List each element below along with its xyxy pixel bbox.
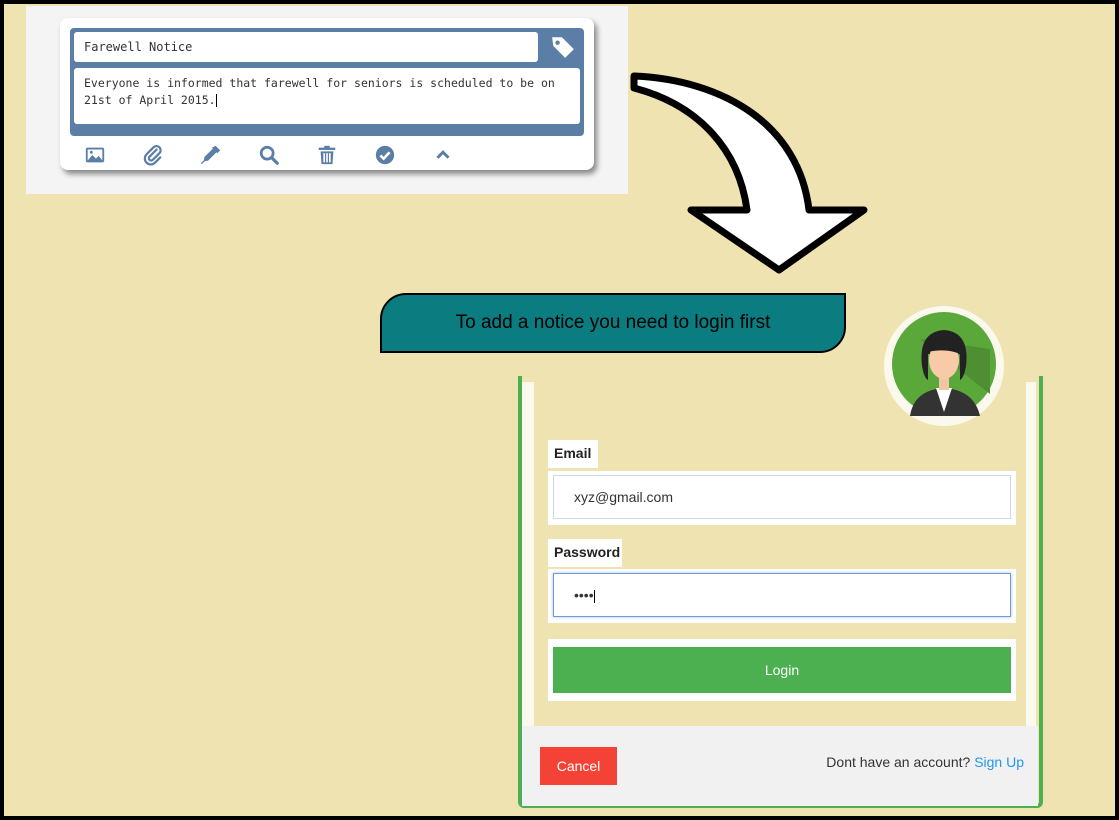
eyedropper-icon[interactable] xyxy=(198,142,224,168)
paperclip-icon[interactable] xyxy=(140,142,166,168)
note-body-textarea[interactable]: Everyone is informed that farewell for s… xyxy=(74,68,580,124)
form-footer: Cancel Dont have an account? Sign Up xyxy=(522,726,1038,806)
note-title-input[interactable]: Farewell Notice xyxy=(74,32,538,62)
signup-prompt-text: Dont have an account? xyxy=(826,754,971,770)
password-field-wrap: •••• xyxy=(548,569,1016,623)
chevron-up-icon[interactable] xyxy=(430,142,456,168)
email-label: Email xyxy=(548,440,598,468)
signup-link[interactable]: Sign Up xyxy=(974,754,1024,770)
email-field[interactable]: xyz@gmail.com xyxy=(553,475,1011,519)
note-editor-area: Farewell Notice Everyone is informed tha… xyxy=(26,6,628,194)
login-button[interactable]: Login xyxy=(553,647,1011,693)
search-icon[interactable] xyxy=(256,142,282,168)
email-field-wrap: xyz@gmail.com xyxy=(548,471,1016,525)
form-edge-left xyxy=(522,382,534,728)
login-button-wrap: Login xyxy=(548,639,1016,701)
text-caret xyxy=(593,589,595,603)
note-body-text: Everyone is informed that farewell for s… xyxy=(84,76,555,107)
signup-prompt: Dont have an account? Sign Up xyxy=(826,754,1024,770)
check-circle-icon[interactable] xyxy=(372,142,398,168)
password-value: •••• xyxy=(574,587,594,603)
note-header: Farewell Notice Everyone is informed tha… xyxy=(70,28,584,136)
password-field[interactable]: •••• xyxy=(553,573,1011,617)
form-edge-right xyxy=(1026,382,1036,728)
trash-icon[interactable] xyxy=(314,142,340,168)
note-card: Farewell Notice Everyone is informed tha… xyxy=(60,18,594,170)
login-required-banner: To add a notice you need to login first xyxy=(380,293,846,353)
cancel-button[interactable]: Cancel xyxy=(540,747,617,785)
user-avatar-icon xyxy=(884,306,1004,426)
canvas: Farewell Notice Everyone is informed tha… xyxy=(0,0,1119,820)
tag-icon[interactable] xyxy=(550,34,576,60)
note-toolbar xyxy=(82,142,488,168)
curved-arrow-icon xyxy=(630,72,868,274)
password-label: Password xyxy=(548,539,622,567)
text-caret xyxy=(215,94,217,107)
image-icon[interactable] xyxy=(82,142,108,168)
